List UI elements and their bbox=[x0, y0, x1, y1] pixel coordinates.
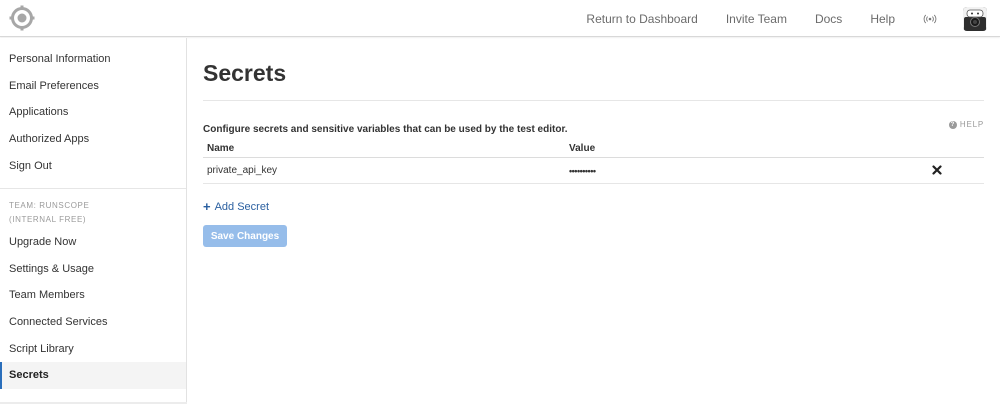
table-header: Name Value bbox=[203, 140, 984, 158]
add-secret-link[interactable]: + Add Secret bbox=[203, 199, 270, 214]
main-content: Secrets Configure secrets and sensitive … bbox=[203, 38, 984, 247]
sidebar-item-script-library[interactable]: Script Library bbox=[0, 335, 186, 362]
table-row: private_api_key •••••••••• bbox=[203, 158, 984, 184]
sidebar-item-secrets[interactable]: Secrets bbox=[0, 361, 186, 389]
account-menu: Personal Information Email Preferences A… bbox=[0, 38, 186, 179]
description-row: Configure secrets and sensitive variable… bbox=[203, 119, 984, 135]
help-button[interactable]: ? HELP bbox=[948, 120, 984, 129]
page-description: Configure secrets and sensitive variable… bbox=[203, 124, 568, 135]
column-header-value: Value bbox=[569, 143, 596, 154]
sidebar-item-applications[interactable]: Applications bbox=[0, 99, 186, 126]
help-label: HELP bbox=[959, 120, 984, 129]
secret-value[interactable]: •••••••••• bbox=[569, 166, 984, 176]
secret-name[interactable]: private_api_key bbox=[203, 165, 569, 176]
avatar-image-icon bbox=[963, 6, 987, 31]
settings-sidebar: Personal Information Email Preferences A… bbox=[0, 38, 187, 404]
team-label: TEAM: RUNSCOPE (INTERNAL FREE) bbox=[0, 189, 186, 229]
team-name: TEAM: RUNSCOPE bbox=[9, 200, 90, 210]
top-navigation-bar: Return to Dashboard Invite Team Docs Hel… bbox=[0, 0, 1000, 37]
sidebar-item-settings-usage[interactable]: Settings & Usage bbox=[0, 256, 186, 283]
plus-icon: + bbox=[203, 199, 211, 214]
sidebar-item-authorized-apps[interactable]: Authorized Apps bbox=[0, 126, 186, 153]
column-header-name: Name bbox=[207, 143, 235, 154]
help-link[interactable]: Help bbox=[870, 12, 895, 26]
user-avatar[interactable] bbox=[963, 6, 987, 31]
return-to-dashboard-link[interactable]: Return to Dashboard bbox=[586, 12, 697, 26]
sidebar-item-email-preferences[interactable]: Email Preferences bbox=[0, 73, 186, 100]
invite-team-link[interactable]: Invite Team bbox=[726, 12, 787, 26]
broadcast-icon[interactable] bbox=[923, 14, 937, 24]
gear-logo-icon[interactable] bbox=[9, 5, 35, 31]
sidebar-item-sign-out[interactable]: Sign Out bbox=[0, 152, 186, 179]
sidebar-item-connected-services[interactable]: Connected Services bbox=[0, 309, 186, 336]
sidebar-item-team-members[interactable]: Team Members bbox=[0, 282, 186, 309]
secrets-table: Name Value private_api_key •••••••••• bbox=[203, 140, 984, 184]
sidebar-item-personal-information[interactable]: Personal Information bbox=[0, 46, 186, 73]
docs-link[interactable]: Docs bbox=[815, 12, 842, 26]
title-divider bbox=[203, 100, 984, 101]
save-changes-button[interactable]: Save Changes bbox=[203, 225, 287, 247]
question-circle-icon: ? bbox=[948, 120, 957, 129]
top-nav-links: Return to Dashboard Invite Team Docs Hel… bbox=[586, 0, 1000, 37]
sidebar-item-upgrade-now[interactable]: Upgrade Now bbox=[0, 229, 186, 256]
remove-secret-icon[interactable] bbox=[932, 165, 942, 175]
team-plan: (INTERNAL FREE) bbox=[9, 214, 87, 224]
team-menu: Upgrade Now Settings & Usage Team Member… bbox=[0, 229, 186, 389]
add-secret-label: Add Secret bbox=[214, 201, 270, 213]
page-title: Secrets bbox=[203, 60, 287, 86]
